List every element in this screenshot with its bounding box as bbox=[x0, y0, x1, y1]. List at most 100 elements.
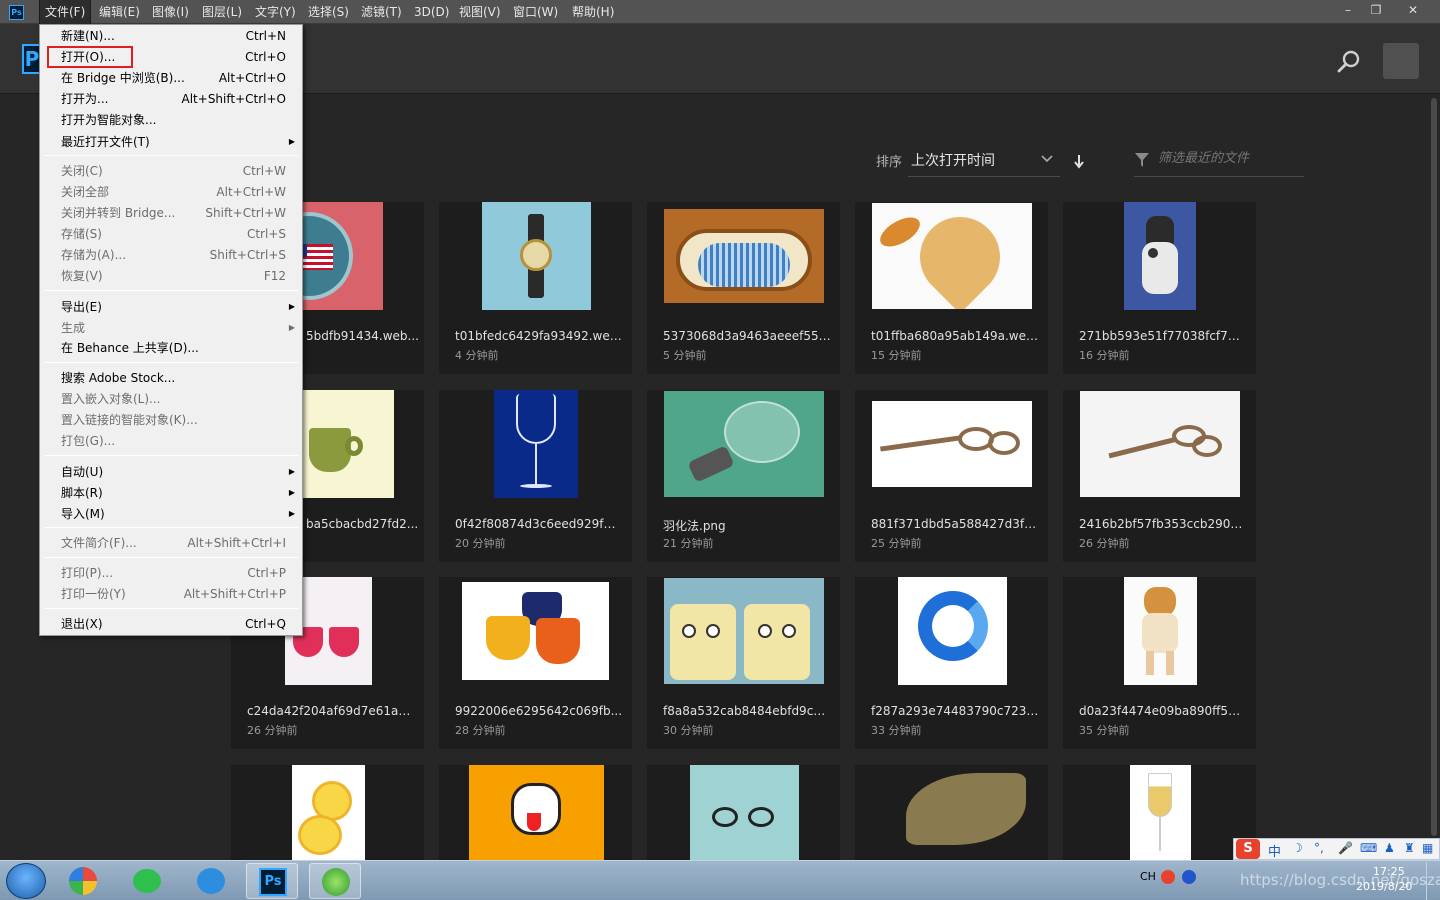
start-button[interactable] bbox=[6, 863, 46, 899]
menu-item-close-all[interactable]: 关闭全部 Alt+Ctrl+W bbox=[40, 182, 302, 202]
file-name: d0a23f4474e09ba890ff5bd... bbox=[1079, 704, 1247, 718]
submenu-arrow-icon: ▶ bbox=[288, 302, 295, 311]
recent-file-card[interactable]: 881f371dbd5a588427d3fe2... 25 分钟前 bbox=[855, 390, 1048, 562]
sogou-ime-icon[interactable]: S bbox=[1236, 839, 1260, 859]
browser-taskbar-icon[interactable] bbox=[309, 863, 361, 899]
menu-item-recent-files[interactable]: 最近打开文件(T) ▶ bbox=[40, 132, 302, 152]
recent-file-card[interactable]: 5373068d3a9463aeeef550... 5 分钟前 bbox=[647, 202, 840, 374]
file-thumbnail bbox=[664, 578, 824, 684]
menu-item-package[interactable]: 打包(G)... bbox=[40, 431, 302, 451]
feishu-icon[interactable] bbox=[185, 863, 237, 899]
recent-file-card[interactable]: t01ffba680a95ab149a.web... 15 分钟前 bbox=[855, 202, 1048, 374]
menu-item-file-info[interactable]: 文件简介(F)... Alt+Shift+Ctrl+I bbox=[40, 533, 302, 553]
menu-item-close-go-bridge[interactable]: 关闭并转到 Bridge... Shift+Ctrl+W bbox=[40, 203, 302, 223]
menu-item-browse-bridge[interactable]: 在 Bridge 中浏览(B)... Alt+Ctrl+O bbox=[40, 68, 302, 88]
menu-item-place-linked[interactable]: 置入链接的智能对象(K)... bbox=[40, 410, 302, 430]
menu-item-search-adobe-stock[interactable]: 搜索 Adobe Stock... bbox=[40, 368, 302, 388]
file-thumbnail bbox=[462, 582, 609, 680]
recent-file-card[interactable] bbox=[231, 765, 424, 860]
file-time: 21 分钟前 bbox=[663, 537, 714, 550]
menu-separator bbox=[44, 290, 298, 291]
menu-item-import[interactable]: 导入(M) ▶ bbox=[40, 504, 302, 524]
file-name: 9922006e6295642c069fb... bbox=[455, 704, 623, 718]
file-time: 33 分钟前 bbox=[871, 724, 922, 737]
clock-date[interactable]: 2019/8/20 bbox=[1356, 880, 1412, 893]
menu-item-export[interactable]: 导出(E) ▶ bbox=[40, 297, 302, 317]
ime-toolbox-icon[interactable]: ▦ bbox=[1422, 841, 1433, 855]
menu-item-generate[interactable]: 生成 ▶ bbox=[40, 318, 302, 338]
file-name: 271bb593e51f77038fcf7019... bbox=[1079, 329, 1247, 343]
recent-file-card[interactable] bbox=[439, 765, 632, 860]
menu-item-new[interactable]: 新建(N)... Ctrl+N bbox=[40, 26, 302, 46]
menu-item-revert[interactable]: 恢复(V) F12 bbox=[40, 266, 302, 286]
recent-file-card[interactable]: 271bb593e51f77038fcf7019... 16 分钟前 bbox=[1063, 202, 1256, 374]
clock-time[interactable]: 17:25 bbox=[1373, 865, 1405, 878]
recent-file-card[interactable]: 2416b2bf57fb353ccb2905e... 26 分钟前 bbox=[1063, 390, 1256, 562]
ime-toolbar[interactable]: S 中 ☽ °, 🎤 ⌨ ♟ ♜ ▦ bbox=[1233, 838, 1440, 860]
ime-voice-icon[interactable]: 🎤 bbox=[1338, 841, 1353, 855]
menu-separator bbox=[44, 608, 298, 609]
help-tray-icon[interactable] bbox=[1182, 870, 1196, 884]
menu-item-automate[interactable]: 自动(U) ▶ bbox=[40, 462, 302, 482]
file-name: 羽化法.png bbox=[663, 519, 726, 533]
menu-separator bbox=[44, 527, 298, 528]
file-time: 25 分钟前 bbox=[871, 537, 922, 550]
menu-separator bbox=[44, 155, 298, 156]
submenu-arrow-icon: ▶ bbox=[288, 488, 295, 497]
file-time: 16 分钟前 bbox=[1079, 349, 1130, 362]
recent-file-card[interactable]: d0a23f4474e09ba890ff5bd... 35 分钟前 bbox=[1063, 577, 1256, 749]
file-thumbnail bbox=[872, 765, 1032, 860]
file-time: 30 分钟前 bbox=[663, 724, 714, 737]
file-thumbnail bbox=[872, 203, 1032, 309]
file-time: 28 分钟前 bbox=[455, 724, 506, 737]
ime-user-icon[interactable]: ♟ bbox=[1384, 841, 1395, 855]
file-time: 5 分钟前 bbox=[663, 349, 707, 362]
menu-item-scripts[interactable]: 脚本(R) ▶ bbox=[40, 483, 302, 503]
recent-file-card[interactable]: 羽化法.png 21 分钟前 bbox=[647, 390, 840, 562]
recent-file-card[interactable]: 9922006e6295642c069fb... 28 分钟前 bbox=[439, 577, 632, 749]
menu-item-share-behance[interactable]: 在 Behance 上共享(D)... bbox=[40, 338, 302, 358]
photoshop-taskbar-icon[interactable]: Ps bbox=[246, 863, 298, 899]
menu-item-open-smart-object[interactable]: 打开为智能对象... bbox=[40, 110, 302, 130]
ime-keyboard-icon[interactable]: ⌨ bbox=[1360, 841, 1377, 855]
recent-file-card[interactable] bbox=[855, 765, 1048, 860]
ime-punctuation-icon[interactable]: °, bbox=[1314, 841, 1324, 855]
file-name: t01bfedc6429fa93492.web... bbox=[455, 329, 623, 343]
menu-item-print[interactable]: 打印(P)... Ctrl+P bbox=[40, 563, 302, 583]
recent-file-card[interactable]: f287a293e74483790c72324... 33 分钟前 bbox=[855, 577, 1048, 749]
file-thumbnail bbox=[1124, 577, 1197, 685]
menu-separator bbox=[44, 362, 298, 363]
file-thumbnail bbox=[664, 391, 824, 497]
file-time: 26 分钟前 bbox=[1079, 537, 1130, 550]
file-name: f8a8a532cab8484ebfd9cce... bbox=[663, 704, 831, 718]
recent-file-card[interactable]: f8a8a532cab8484ebfd9cce... 30 分钟前 bbox=[647, 577, 840, 749]
wechat-icon[interactable] bbox=[121, 863, 173, 899]
file-name: t01ffba680a95ab149a.web... bbox=[871, 329, 1039, 343]
recent-file-card[interactable] bbox=[1063, 765, 1256, 860]
menu-item-print-one-copy[interactable]: 打印一份(Y) Alt+Shift+Ctrl+P bbox=[40, 584, 302, 604]
menu-item-open-as[interactable]: 打开为... Alt+Shift+Ctrl+O bbox=[40, 89, 302, 109]
file-thumbnail bbox=[292, 765, 365, 860]
recent-file-card[interactable]: 0f42f80874d3c6eed929fde... 20 分钟前 bbox=[439, 390, 632, 562]
taskbar-app-icon[interactable] bbox=[57, 863, 109, 899]
ime-skin-icon[interactable]: ♜ bbox=[1404, 841, 1415, 855]
menu-item-close[interactable]: 关闭(C) Ctrl+W bbox=[40, 161, 302, 181]
file-name: 0f42f80874d3c6eed929fde... bbox=[455, 517, 623, 531]
ime-halfwidth-icon[interactable]: ☽ bbox=[1292, 841, 1303, 855]
ime-chinese-mode-icon[interactable]: 中 bbox=[1268, 841, 1281, 860]
sogou-tray-icon[interactable] bbox=[1161, 870, 1175, 884]
menu-item-exit[interactable]: 退出(X) Ctrl+Q bbox=[40, 614, 302, 634]
menu-item-save-as[interactable]: 存储为(A)... Shift+Ctrl+S bbox=[40, 245, 302, 265]
file-time: 26 分钟前 bbox=[247, 724, 298, 737]
file-name: 5373068d3a9463aeeef550... bbox=[663, 329, 831, 343]
menu-item-save[interactable]: 存储(S) Ctrl+S bbox=[40, 224, 302, 244]
tray-language[interactable]: CH bbox=[1140, 870, 1156, 883]
menu-separator bbox=[44, 557, 298, 558]
file-thumbnail bbox=[690, 765, 799, 860]
scrollbar-thumb[interactable] bbox=[1431, 98, 1437, 836]
show-desktop-button[interactable] bbox=[1426, 862, 1440, 900]
recent-file-card[interactable] bbox=[647, 765, 840, 860]
file-menu-dropdown: 新建(N)... Ctrl+N 打开(O)... Ctrl+O 在 Bridge 中… bbox=[39, 24, 303, 636]
menu-item-place-embedded[interactable]: 置入嵌入对象(L)... bbox=[40, 389, 302, 409]
recent-file-card[interactable]: t01bfedc6429fa93492.web... 4 分钟前 bbox=[439, 202, 632, 374]
